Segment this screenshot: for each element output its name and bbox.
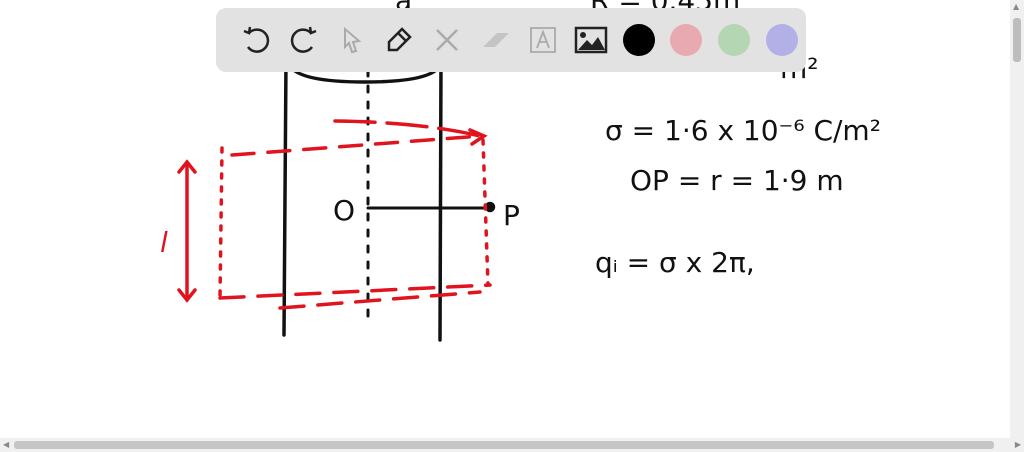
pen-icon bbox=[388, 27, 413, 52]
image-button[interactable] bbox=[567, 16, 615, 64]
origin-label: O bbox=[333, 194, 355, 227]
color-purple[interactable] bbox=[758, 16, 806, 64]
eraser-icon bbox=[483, 33, 510, 47]
color-green[interactable] bbox=[710, 16, 758, 64]
scroll-up-icon[interactable]: ▲ bbox=[1013, 2, 1019, 11]
color-black[interactable] bbox=[615, 16, 663, 64]
cylinder-drawing bbox=[282, 58, 496, 342]
vertical-scrollbar[interactable]: ▲ bbox=[1010, 0, 1024, 438]
eraser-button[interactable] bbox=[471, 16, 519, 64]
image-icon bbox=[574, 26, 607, 54]
pen-button[interactable] bbox=[375, 16, 423, 64]
select-button[interactable] bbox=[328, 16, 376, 64]
text-icon bbox=[529, 27, 556, 53]
charge-note: qᵢ = σ x 2π, bbox=[595, 246, 755, 279]
color-pink[interactable] bbox=[662, 16, 710, 64]
sigma-note: σ = 1·6 x 10⁻⁶ C/m² bbox=[605, 114, 881, 147]
select-icon bbox=[343, 26, 361, 54]
redo-button[interactable] bbox=[280, 16, 328, 64]
horizontal-scroll-thumb[interactable] bbox=[14, 441, 994, 449]
scroll-left-icon[interactable]: ◀ bbox=[3, 440, 9, 449]
undo-icon bbox=[243, 26, 270, 53]
tools-icon bbox=[436, 29, 459, 51]
tools-button[interactable] bbox=[423, 16, 471, 64]
color-swatch bbox=[670, 24, 703, 56]
op-note: OP = r = 1·9 m bbox=[630, 164, 844, 197]
undo-button[interactable] bbox=[232, 16, 280, 64]
text-button[interactable] bbox=[519, 16, 567, 64]
color-swatch bbox=[718, 24, 751, 56]
point-label: P bbox=[503, 199, 520, 232]
color-swatch bbox=[766, 24, 799, 56]
color-swatch bbox=[622, 24, 655, 56]
length-label: l bbox=[160, 226, 168, 259]
redo-icon bbox=[290, 26, 317, 53]
scroll-right-icon[interactable]: ▶ bbox=[1015, 440, 1021, 449]
drawing-toolbar bbox=[216, 8, 806, 72]
horizontal-scrollbar[interactable]: ◀ ▶ bbox=[0, 438, 1024, 452]
vertical-scroll-thumb[interactable] bbox=[1013, 18, 1021, 62]
